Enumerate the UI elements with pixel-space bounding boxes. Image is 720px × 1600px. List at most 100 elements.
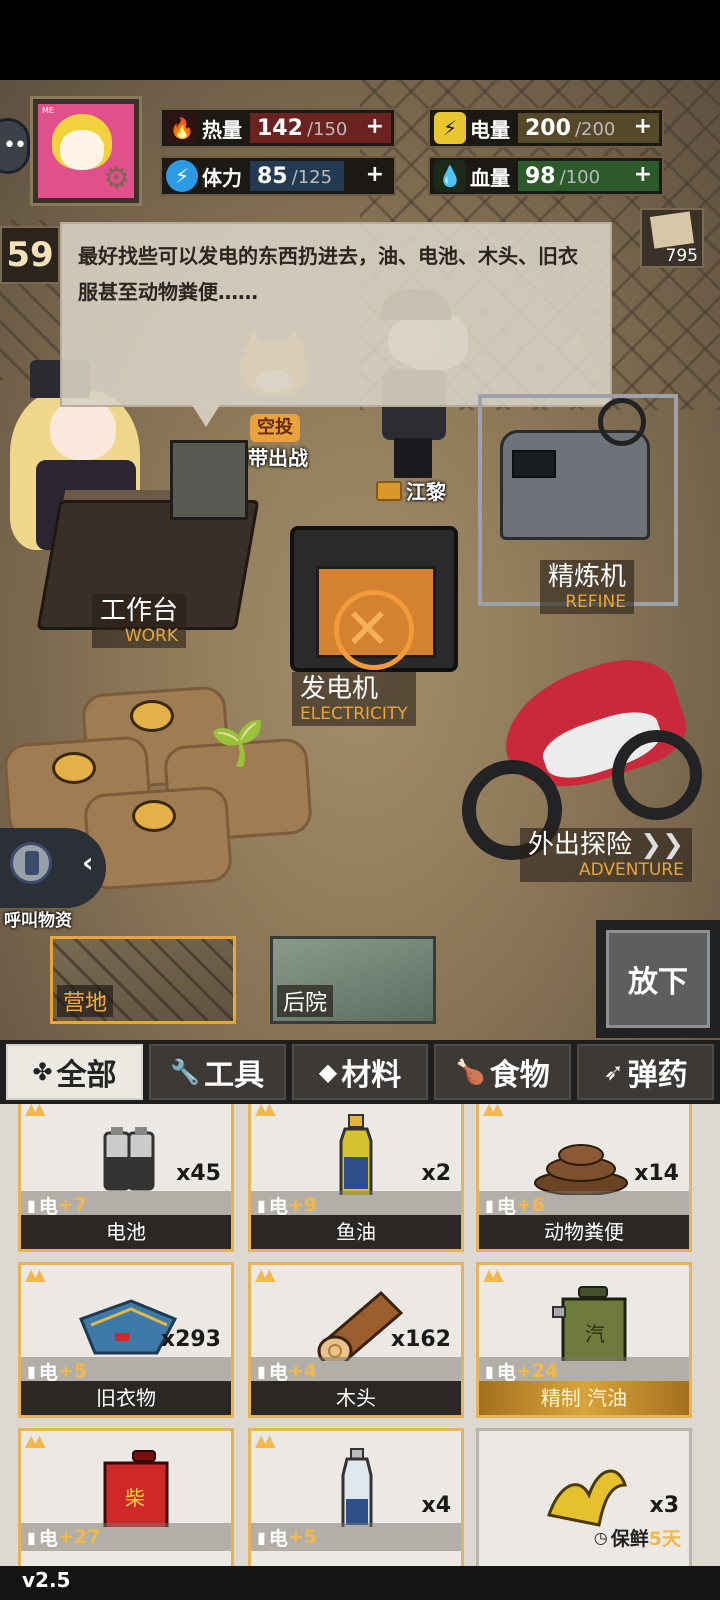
fire-icon: 🔥 (166, 112, 198, 144)
seed-icon (52, 752, 96, 784)
officer-name: 江黎 (406, 480, 446, 504)
item-card-diesel[interactable]: ▲▲ 柴 ▮ 电 +27 (18, 1428, 234, 1566)
seed-icon (132, 800, 176, 832)
yard-label: 后院 (277, 985, 334, 1017)
electricity-label: 发电机 (300, 674, 379, 704)
item-card-dung[interactable]: ▲▲ x14 ▮ 电 +6 动物粪便 (476, 1104, 692, 1252)
clock-icon: ◷ (593, 1527, 608, 1547)
item-name: 动物粪便 (479, 1215, 689, 1249)
dialog-box[interactable]: 最好找些可以发电的东西扔进去，油、电池、木头、旧衣服甚至动物粪便…… (60, 222, 612, 427)
put-down-label: 放下 (606, 930, 710, 1028)
fish-oil-bottle-small-image (341, 1448, 373, 1527)
meat-icon: 🍗 (455, 1058, 486, 1086)
battery-image (103, 1127, 155, 1191)
power-small-icon: ▮ (27, 1195, 36, 1215)
bottom-bar (0, 1566, 720, 1600)
fish-oil-bottle-image (339, 1114, 373, 1195)
material-icon: ◆ (318, 1058, 338, 1086)
workbench-label-en: WORK (124, 626, 179, 646)
item-name: 旧衣物 (21, 1381, 231, 1415)
tab-materials[interactable]: ◆ 材料 (291, 1044, 429, 1100)
item-name: 木头 (251, 1381, 461, 1415)
chevron-left-icon[interactable]: ‹ (82, 846, 94, 879)
item-card-wood[interactable]: ▲▲ x162 ▮ 电 +4 木头 (248, 1262, 464, 1418)
inventory-grid: ▲▲ x45 ▮电+7 电池 ▲▲ x2 ▮电+9 鱼油 ▲▲ x14 (0, 1104, 720, 1566)
location-yard-tab[interactable]: 后院 (270, 936, 436, 1024)
stamina-value: 85 (257, 164, 288, 189)
heat-max: /150 (306, 119, 348, 140)
location-camp-tab[interactable]: 营地 (50, 936, 236, 1024)
power-small-icon: ▮ (485, 1361, 494, 1381)
tab-ammo[interactable]: ➶ 弹药 (577, 1044, 714, 1100)
health-max: /100 (559, 167, 601, 188)
power-small-icon: ▮ (27, 1527, 36, 1547)
settings-gear-icon[interactable]: ⚙ (103, 164, 130, 194)
item-card-battery[interactable]: ▲▲ x45 ▮ 电 +7 电池 (18, 1104, 234, 1252)
call-supplies-label: 呼叫物资 (4, 911, 72, 931)
power-small-icon: ▮ (257, 1195, 266, 1215)
heat-label: 热量 (202, 117, 242, 142)
item-card-fish-oil[interactable]: ▲▲ x2 ▮ 电 +9 鱼油 (248, 1104, 464, 1252)
item-quantity: x293 (160, 1327, 221, 1352)
tab-all[interactable]: ✤ 全部 (6, 1044, 143, 1100)
stamina-label: 体力 (202, 165, 242, 190)
rarity-icon: ▲▲ (255, 1265, 276, 1284)
item-card-fish-oil-small[interactable]: ▲▲ x4 ▮ 电 +5 (248, 1428, 464, 1566)
avatar-tag: ME (42, 106, 54, 115)
paper-count: 795 (665, 246, 698, 266)
stat-power: ⚡ 电量 200 /200 + (428, 108, 664, 148)
item-card-old-clothes[interactable]: ▲▲ x293 ▮ 电 +5 旧衣物 (18, 1262, 234, 1418)
refine-label-en: REFINE (565, 592, 627, 612)
sprout-icon: 🌱 (210, 718, 265, 769)
svg-text:柴: 柴 (125, 1486, 145, 1510)
electricity-label-en: ELECTRICITY (300, 704, 408, 724)
item-name: 精制 汽油 (479, 1381, 689, 1415)
paper-counter[interactable]: 795 (640, 208, 704, 268)
health-value: 98 (525, 164, 556, 189)
stat-health: 💧 血量 98 /100 + (428, 156, 664, 196)
health-plus-button[interactable]: + (634, 162, 652, 187)
rarity-icon: ▲▲ (25, 1431, 46, 1450)
heat-value: 142 (257, 116, 303, 141)
item-card-banana-peel[interactable]: x3 ◷ 保鲜 5天 (476, 1428, 692, 1566)
item-quantity: x2 (421, 1161, 452, 1186)
put-down-button[interactable]: 放下 (596, 920, 720, 1038)
power-plus-button[interactable]: + (634, 114, 652, 139)
seed-icon (130, 700, 174, 732)
rarity-icon: ▲▲ (483, 1265, 504, 1284)
stat-stamina: ⚡ 体力 85 /125 + (160, 156, 396, 196)
svg-text:汽: 汽 (585, 1322, 605, 1346)
power-small-icon: ▮ (485, 1195, 494, 1215)
power-small-icon: ▮ (257, 1361, 266, 1381)
tool-pegboard (170, 440, 248, 520)
tab-food[interactable]: 🍗 食物 (434, 1044, 572, 1100)
refine-button[interactable]: 精炼机 REFINE (540, 560, 635, 614)
electricity-button[interactable]: 发电机 ELECTRICITY (292, 672, 416, 726)
stat-heat: 🔥 热量 142 /150 + (160, 108, 396, 148)
refinery-wheel (598, 398, 646, 446)
heat-plus-button[interactable]: + (366, 114, 384, 139)
tab-tools[interactable]: 🔧 工具 (148, 1044, 286, 1100)
power-value: 200 (525, 116, 571, 141)
stamina-plus-button[interactable]: + (366, 162, 384, 187)
health-drop-icon: 💧 (434, 160, 466, 192)
bullet-icon: ➶ (603, 1058, 624, 1086)
item-card-refined-gasoline[interactable]: ▲▲ 汽 ▮ 电 +24 精制 汽油 (476, 1262, 692, 1418)
item-quantity: x45 (176, 1161, 221, 1186)
version-label: v2.5 (22, 1568, 71, 1592)
refinery-object[interactable] (500, 430, 650, 540)
item-quantity: x3 (649, 1493, 680, 1518)
item-quantity: x14 (634, 1161, 679, 1186)
stamina-max: /125 (291, 167, 333, 188)
paper-icon (649, 211, 695, 249)
workbench-button[interactable]: 工作台 WORK (92, 594, 187, 648)
refinery-screen (512, 450, 556, 478)
dung-image (534, 1144, 628, 1195)
banana-peel-image (547, 1469, 628, 1527)
power-label: 电量 (470, 117, 510, 142)
adventure-button[interactable]: 外出探险 ❯❯ ADVENTURE (520, 828, 692, 882)
lightning-icon: ⚡ (166, 160, 198, 192)
red-jerrycan-image: 柴 (103, 1450, 169, 1527)
airdrop-badge[interactable]: 空投 (250, 414, 300, 442)
player-avatar[interactable]: ME ⚙ (30, 96, 142, 206)
